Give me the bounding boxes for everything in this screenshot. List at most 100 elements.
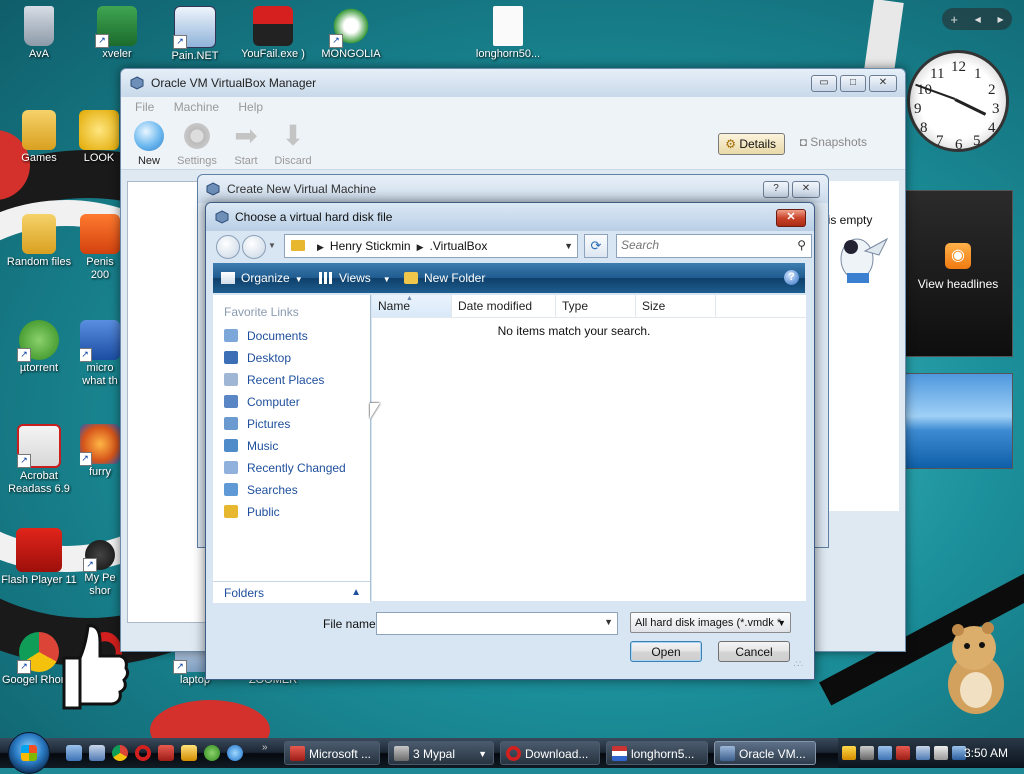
desktop-icon-my-pe[interactable]: ↗ My Pe shor bbox=[80, 540, 120, 598]
minimize-button[interactable]: ▭ bbox=[811, 75, 837, 92]
desktop-icon-mongolia[interactable]: ↗ MONGOLIA bbox=[313, 6, 389, 61]
desktop-icon-flash-player[interactable]: Flash Player 11 bbox=[1, 528, 77, 587]
folders-toggle[interactable]: Folders ▲ bbox=[213, 581, 370, 603]
chevron-down-icon[interactable]: ▼ bbox=[268, 241, 276, 250]
favorite-link[interactable]: Documents bbox=[213, 325, 370, 347]
desktop-icon-ava[interactable]: AvA bbox=[1, 6, 77, 61]
taskbar-clock[interactable]: 3:50 AM bbox=[964, 746, 1008, 760]
new-folder-button[interactable]: New Folder bbox=[404, 263, 485, 293]
desktop-icon-acrobat[interactable]: ↗ Acrobat Readass 6.9 bbox=[1, 424, 77, 496]
taskbar-item-oracle-vm[interactable]: Oracle VM... bbox=[714, 741, 816, 765]
tray-app-icon[interactable] bbox=[860, 746, 874, 760]
favorite-link[interactable]: Searches bbox=[213, 479, 370, 501]
tray-app-icon[interactable] bbox=[896, 746, 910, 760]
utorrent-icon[interactable] bbox=[204, 745, 220, 761]
menu-machine[interactable]: Machine bbox=[174, 100, 219, 114]
favorite-link[interactable]: Computer bbox=[213, 391, 370, 413]
file-list[interactable]: ▲ Name Date modified Type Size No items … bbox=[372, 295, 806, 601]
desktop-icon-penis[interactable]: Penis 200 bbox=[80, 214, 120, 282]
tray-app-icon[interactable] bbox=[878, 746, 892, 760]
close-button[interactable]: ✕ bbox=[776, 209, 806, 227]
column-type[interactable]: Type bbox=[556, 295, 636, 317]
favorite-link[interactable]: Pictures bbox=[213, 413, 370, 435]
forward-button[interactable] bbox=[242, 235, 266, 259]
desktop-icon-youfail[interactable]: YouFail.exe ) bbox=[235, 6, 311, 61]
views-button[interactable]: Views ▼ bbox=[319, 263, 391, 293]
cancel-button[interactable]: Cancel bbox=[718, 641, 790, 662]
volume-icon[interactable] bbox=[934, 746, 948, 760]
desktop-icon-xveler[interactable]: ↗ xveler bbox=[79, 6, 155, 61]
feed-headlines-gadget[interactable]: ◉ View headlines bbox=[903, 190, 1013, 357]
close-button[interactable]: ✕ bbox=[792, 181, 820, 198]
desktop-icon-micro[interactable]: ↗ micro what th bbox=[80, 320, 120, 388]
help-button[interactable]: ? bbox=[763, 181, 789, 198]
wizard-titlebar[interactable]: Create New Virtual Machine ? ✕ bbox=[198, 175, 828, 203]
close-button[interactable]: ✕ bbox=[869, 75, 897, 92]
window-titlebar[interactable]: Oracle VM VirtualBox Manager ▭ □ ✕ bbox=[121, 69, 905, 97]
show-desktop-icon[interactable] bbox=[66, 745, 82, 761]
desktop-icon-random-files[interactable]: Random files bbox=[1, 214, 77, 269]
chrome-icon[interactable] bbox=[112, 745, 128, 761]
shield-icon[interactable] bbox=[842, 746, 856, 760]
settings-button[interactable]: Settings bbox=[171, 121, 223, 167]
app-icon[interactable] bbox=[158, 745, 174, 761]
taskbar-item-mypal[interactable]: 3 Mypal ▼ bbox=[388, 741, 494, 765]
taskbar-item-download[interactable]: Download... bbox=[500, 741, 600, 765]
desktop-icon-look[interactable]: LOOK bbox=[78, 110, 120, 165]
new-vm-button[interactable]: New bbox=[123, 121, 175, 167]
slideshow-gadget[interactable] bbox=[903, 373, 1013, 469]
favorite-link[interactable]: Music bbox=[213, 435, 370, 457]
globe-icon[interactable] bbox=[227, 745, 243, 761]
network-icon[interactable] bbox=[916, 746, 930, 760]
chevron-down-icon[interactable]: ▼ bbox=[777, 613, 786, 632]
search-input[interactable] bbox=[617, 235, 781, 255]
back-button[interactable] bbox=[216, 235, 240, 259]
chevron-right-icon[interactable]: ▶ bbox=[417, 242, 424, 252]
chevron-down-icon[interactable]: ▼ bbox=[564, 235, 573, 257]
column-size[interactable]: Size bbox=[636, 295, 716, 317]
search-box[interactable]: ⚲ bbox=[616, 234, 812, 258]
breadcrumb-segment[interactable]: Henry Stickmin bbox=[330, 239, 411, 253]
help-icon[interactable]: ? bbox=[784, 270, 799, 285]
snapshots-button[interactable]: ◘ Snapshots bbox=[800, 135, 867, 149]
prev-gadget-button[interactable]: ◀ bbox=[975, 15, 981, 24]
favorite-link[interactable]: Recent Places bbox=[213, 369, 370, 391]
breadcrumb[interactable]: ▶ Henry Stickmin ▶ .VirtualBox ▼ bbox=[284, 234, 578, 258]
column-name[interactable]: ▲ Name bbox=[372, 295, 452, 317]
search-icon[interactable]: ⚲ bbox=[797, 238, 806, 252]
desktop-icon-paint-net[interactable]: ↗ Pain.NET bbox=[157, 6, 233, 63]
maximize-button[interactable]: □ bbox=[840, 75, 866, 92]
favorite-link[interactable]: Public bbox=[213, 501, 370, 523]
column-date-modified[interactable]: Date modified bbox=[452, 295, 556, 317]
open-button[interactable]: Open bbox=[630, 641, 702, 662]
resize-grip-icon[interactable]: ∴∴ bbox=[794, 659, 804, 670]
taskbar-item-longhorn[interactable]: longhorn5... bbox=[606, 741, 708, 765]
desktop-icon-games[interactable]: Games bbox=[1, 110, 77, 165]
taskbar-item-microsoft[interactable]: Microsoft ... bbox=[284, 741, 380, 765]
app-icon[interactable] bbox=[181, 745, 197, 761]
chevron-right-icon[interactable]: ▶ bbox=[317, 242, 324, 252]
next-gadget-button[interactable]: ▶ bbox=[997, 15, 1003, 24]
opera-icon[interactable] bbox=[135, 745, 151, 761]
menu-file[interactable]: File bbox=[135, 100, 154, 114]
menu-help[interactable]: Help bbox=[238, 100, 263, 114]
view-headlines-label[interactable]: View headlines bbox=[904, 277, 1012, 291]
breadcrumb-segment[interactable]: .VirtualBox bbox=[430, 239, 488, 253]
desktop-icon-furry[interactable]: ↗ furry bbox=[80, 424, 120, 479]
add-gadget-button[interactable]: + bbox=[950, 12, 958, 27]
desktop-icon-utorrent[interactable]: ↗ µtorrent bbox=[1, 320, 77, 375]
organize-button[interactable]: Organize ▼ bbox=[221, 263, 303, 293]
dialog-titlebar[interactable]: Choose a virtual hard disk file ✕ bbox=[206, 203, 814, 231]
start-button[interactable]: ➡ Start bbox=[220, 121, 272, 168]
desktop-icon-longhorn[interactable]: longhorn50... bbox=[468, 6, 548, 61]
chevron-up-icon[interactable]: ▲ bbox=[351, 582, 361, 604]
clock-gadget[interactable]: 12 1 2 3 4 5 6 7 8 9 10 11 bbox=[903, 48, 1009, 174]
quick-launch-more-button[interactable]: » bbox=[262, 742, 268, 753]
chevron-down-icon[interactable]: ▼ bbox=[604, 617, 613, 627]
discard-button[interactable]: ⬇ Discard bbox=[267, 121, 319, 168]
details-button[interactable]: ⚙ Details bbox=[718, 133, 785, 155]
favorite-link[interactable]: Desktop bbox=[213, 347, 370, 369]
refresh-button[interactable]: ⟳ bbox=[584, 234, 608, 258]
file-name-field[interactable]: ▼ bbox=[376, 612, 618, 635]
switch-windows-icon[interactable] bbox=[89, 745, 105, 761]
